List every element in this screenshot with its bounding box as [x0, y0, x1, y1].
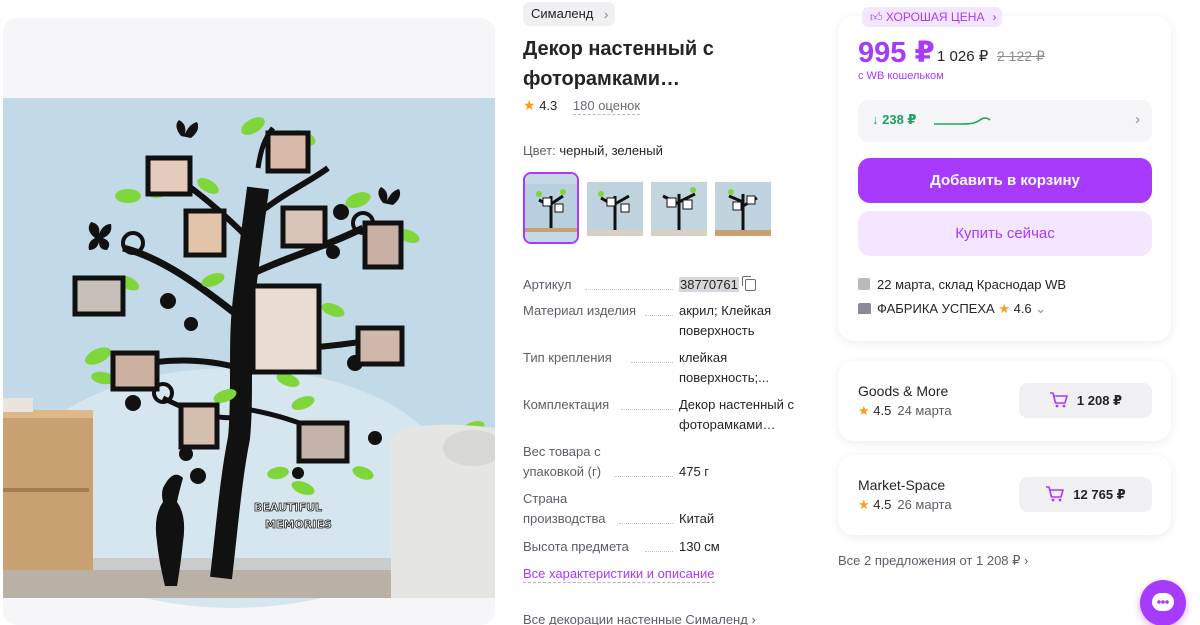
offer-meta: ★ 4.5 24 марта [858, 403, 952, 419]
chat-button[interactable] [1140, 580, 1186, 625]
offer-price: 1 208 ₽ [1076, 393, 1123, 408]
thumbnail-3[interactable] [651, 172, 707, 244]
color-row: Цвет: черный, зеленый [523, 143, 663, 158]
spec-dots [585, 289, 673, 290]
star-icon: ★ [523, 97, 536, 113]
copy-icon[interactable] [741, 276, 756, 291]
shop-icon [858, 303, 871, 314]
chevron-right-icon: › [1024, 553, 1029, 568]
chevron-right-icon: › [751, 612, 756, 625]
thumbnail-4[interactable] [715, 172, 771, 244]
spec-value: 130 см [679, 539, 720, 554]
star-icon: ★ [858, 497, 870, 512]
spec-value: Китай [679, 511, 715, 526]
all-decorations-link[interactable]: Все декорации настенные Сималенд › [523, 612, 756, 625]
spec-key: Высота предмета [523, 539, 629, 554]
cart-icon [1049, 391, 1068, 407]
wallet-note: с WB кошельком [858, 70, 944, 82]
thumbnail-2[interactable] [587, 172, 643, 244]
spec-key: Материал изделия [523, 303, 637, 318]
box-icon [858, 278, 870, 290]
star-icon: ★ [858, 403, 870, 418]
spec-dots [631, 362, 673, 363]
color-label: Цвет: [523, 143, 556, 158]
delivery-info: 22 марта, склад Краснодар WB [858, 277, 1066, 292]
spec-dots [645, 551, 673, 552]
all-offers-link[interactable]: Все 2 предложения от 1 208 ₽ › [838, 553, 1028, 569]
brand-name: Сималенд [531, 6, 594, 21]
spec-key: Комплектация [523, 397, 610, 412]
spec-key: Вес товара с упаковкой (г) [523, 444, 602, 479]
title-line-2: фоторамками… [523, 68, 681, 90]
wallet-price: 995 ₽ [858, 37, 935, 69]
spec-dots [645, 315, 673, 316]
price-history-button[interactable]: ↓ 238 ₽ › [858, 100, 1152, 142]
good-price-badge[interactable]: 👍︎ ХОРОШАЯ ЦЕНА › [862, 7, 1003, 27]
offer-add-to-cart-button[interactable]: 1 208 ₽ [1019, 383, 1152, 418]
star-icon: ★ [998, 301, 1010, 316]
rating-row: ★ 4.3 180 оценок [523, 97, 641, 115]
product-image[interactable]: BEAUTIFUL MEMORIES [3, 18, 495, 625]
thumbs-up-icon: 👍︎ [870, 10, 883, 24]
delivery-date: 22 марта [877, 277, 932, 292]
offer-date: 24 марта [897, 403, 952, 418]
add-to-cart-button[interactable]: Добавить в корзину [858, 158, 1152, 203]
seller-link[interactable]: ФАБРИКА УСПЕХА ★ 4.6 ⌄ [858, 301, 1046, 317]
spec-dots [621, 409, 673, 410]
spec-value: Декор настенный с фоторамками… [679, 397, 794, 432]
all-decorations-label: Все декорации настенные Сималенд [523, 612, 748, 625]
cart-icon [1046, 485, 1065, 501]
chevron-right-icon: › [603, 6, 609, 22]
brand-link[interactable]: Сималенд › [523, 2, 616, 26]
chat-dots [1157, 600, 1169, 604]
delivery-warehouse: , склад Краснодар WB [931, 277, 1067, 292]
sku-value[interactable]: 38770761 [679, 277, 739, 292]
title-line-1: Декор настенный с [523, 38, 714, 60]
offer-card: Market-Space ★ 4.5 26 марта 12 765 ₽ [838, 455, 1171, 535]
price-card: 995 ₽ 1 026 ₽ 2 122 ₽ с WB кошельком ↓ 2… [838, 16, 1171, 341]
spec-key: Страна производства [523, 491, 606, 526]
offer-meta: ★ 4.5 26 марта [858, 497, 952, 513]
good-price-label: ХОРОШАЯ ЦЕНА [885, 10, 985, 24]
chevron-right-icon: › [1135, 111, 1140, 128]
image-text-line2: MEMORIES [265, 518, 332, 531]
spec-key: Тип крепления [523, 350, 612, 365]
offer-seller[interactable]: Market-Space [858, 477, 945, 493]
offer-add-to-cart-button[interactable]: 12 765 ₽ [1019, 477, 1152, 512]
seller-name: ФАБРИКА УСПЕХА [877, 301, 995, 316]
thumbnail-1[interactable] [523, 172, 579, 244]
spec-value: 475 г [679, 464, 710, 479]
spec-dots [619, 523, 673, 524]
offer-rating: 4.5 [873, 497, 892, 512]
spec-key: Артикул [523, 277, 572, 292]
product-title: Декор настенный с фоторамками… [523, 34, 813, 94]
buy-now-button[interactable]: Купить сейчас [858, 211, 1152, 256]
offer-card: Goods & More ★ 4.5 24 марта 1 208 ₽ [838, 361, 1171, 441]
all-characteristics-link[interactable]: Все характеристики и описание [523, 566, 715, 583]
offer-rating: 4.5 [873, 403, 892, 418]
offer-seller[interactable]: Goods & More [858, 383, 948, 399]
product-rating: 4.3 [539, 98, 558, 113]
spec-value: акрил; Клейкая поверхность [679, 303, 772, 338]
chevron-right-icon: › [992, 10, 997, 24]
spec-dots [615, 476, 673, 477]
regular-price: 1 026 ₽ [937, 48, 989, 65]
all-offers-label: Все 2 предложения от 1 208 ₽ [838, 553, 1021, 568]
image-text-line1: BEAUTIFUL [254, 501, 322, 514]
price-sparkline [934, 117, 991, 125]
seller-rating: 4.6 [1013, 301, 1032, 316]
color-value: черный, зеленый [559, 143, 663, 158]
offer-price: 12 765 ₽ [1073, 487, 1126, 502]
reviews-link[interactable]: 180 оценок [572, 98, 641, 115]
price-drop: ↓ 238 ₽ [872, 112, 917, 127]
chevron-down-icon: ⌄ [1035, 301, 1047, 316]
spec-value: 38770761 [679, 275, 809, 295]
old-price: 2 122 ₽ [997, 48, 1045, 64]
spec-value: клейкая поверхность;... [679, 350, 769, 385]
color-thumbnails [523, 172, 783, 246]
offer-date: 26 марта [897, 497, 952, 512]
